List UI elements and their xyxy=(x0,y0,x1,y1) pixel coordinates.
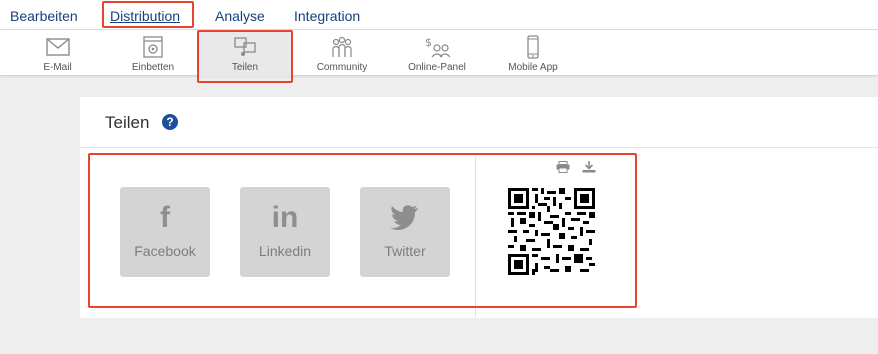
subnav-label: Online-Panel xyxy=(408,62,466,73)
nav-bearbeiten[interactable]: Bearbeiten xyxy=(10,6,78,26)
nav-integration[interactable]: Integration xyxy=(294,6,360,26)
subnav-mobile-app[interactable]: Mobile App xyxy=(502,30,564,76)
subnav-email[interactable]: E-Mail xyxy=(30,30,85,76)
subnav-label: Community xyxy=(316,62,368,73)
subnav-label: Einbetten xyxy=(131,62,175,73)
highlight-teilen xyxy=(197,30,293,83)
embed-icon xyxy=(143,36,163,58)
highlight-share-area xyxy=(88,153,637,308)
sub-nav: E-Mail Einbetten Teilen Community $ Onli… xyxy=(0,30,878,76)
subnav-label: E-Mail xyxy=(43,62,72,73)
subnav-online-panel[interactable]: $ Online-Panel xyxy=(402,30,472,76)
subnav-einbetten[interactable]: Einbetten xyxy=(122,30,184,76)
community-icon xyxy=(332,36,352,57)
subnav-label: Mobile App xyxy=(508,62,558,73)
divider xyxy=(80,147,878,148)
page-title: Teilen xyxy=(105,113,150,132)
svg-text:$: $ xyxy=(425,36,432,49)
online-panel-icon: $ xyxy=(425,36,450,58)
mail-icon xyxy=(45,38,70,56)
help-icon[interactable]: ? xyxy=(162,114,178,130)
highlight-distribution xyxy=(102,1,194,28)
nav-analyse[interactable]: Analyse xyxy=(215,6,265,26)
mobile-app-icon xyxy=(527,35,539,59)
subnav-community[interactable]: Community xyxy=(310,30,374,76)
